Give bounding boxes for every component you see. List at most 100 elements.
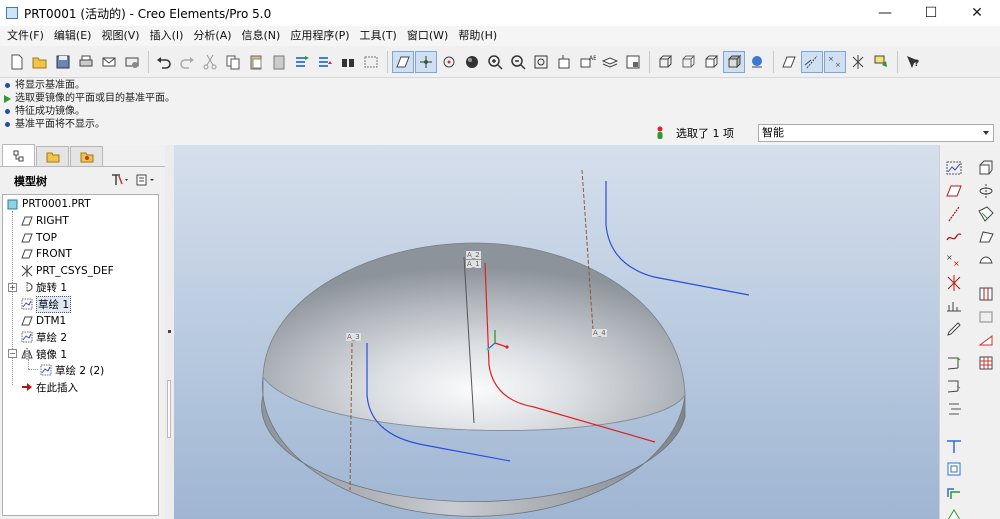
find-button[interactable]: [337, 51, 359, 73]
trim-tool-button[interactable]: [943, 435, 965, 457]
pattern-tool-button[interactable]: [975, 352, 997, 374]
panel-resize-sash[interactable]: [165, 145, 174, 519]
tab-favorites[interactable]: [70, 146, 103, 166]
paste-button[interactable]: [245, 51, 267, 73]
spin-center-toggle[interactable]: [415, 50, 437, 73]
layers-button[interactable]: [599, 51, 621, 73]
tab-folder-browser[interactable]: [36, 146, 69, 166]
repaint-button[interactable]: [553, 51, 575, 73]
menu-edit[interactable]: 编辑(E): [49, 26, 97, 46]
zoom-out-button[interactable]: [507, 51, 529, 73]
datum-label-a2[interactable]: A_2: [466, 251, 481, 259]
blend-tool-button[interactable]: [975, 226, 997, 248]
collapse-toggle[interactable]: −: [8, 349, 17, 358]
view-manager-button[interactable]: [622, 51, 644, 73]
tree-item-sketch-2[interactable]: 草绘 2: [20, 329, 67, 345]
menu-info[interactable]: 信息(N): [237, 26, 286, 46]
tree-item-mirror[interactable]: 镜像 1: [20, 346, 67, 362]
shell-tool-button[interactable]: [975, 306, 997, 328]
save-button[interactable]: [52, 51, 74, 73]
undo-button[interactable]: [153, 51, 175, 73]
hole-tool-button[interactable]: [975, 283, 997, 305]
offset-tool-button[interactable]: [943, 481, 965, 503]
sketch-insert-button[interactable]: [943, 318, 965, 340]
tree-item-sketch-1[interactable]: 草绘 1: [20, 295, 72, 313]
sweep-tool-button[interactable]: [975, 203, 997, 225]
thicken-tool-button[interactable]: [943, 504, 965, 519]
sash-handle[interactable]: [167, 380, 171, 438]
paste-special-button[interactable]: [268, 51, 290, 73]
tab-model-tree[interactable]: [2, 144, 35, 166]
maximize-button[interactable]: ☐: [908, 0, 954, 26]
send-link-button[interactable]: [121, 51, 143, 73]
tree-item-sketch-2-copy[interactable]: 草绘 2 (2): [39, 362, 104, 378]
chamfer-tool-button[interactable]: [943, 375, 965, 397]
zoom-in-button[interactable]: [484, 51, 506, 73]
print-button[interactable]: [75, 51, 97, 73]
tree-root-part[interactable]: PRT0001.PRT: [6, 196, 91, 212]
orient-button[interactable]: [438, 51, 460, 73]
tree-item-top[interactable]: TOP: [20, 230, 57, 246]
cut-button[interactable]: [199, 51, 221, 73]
close-button[interactable]: ✕: [954, 0, 1000, 26]
datum-plane-tool-button[interactable]: [943, 180, 965, 202]
datum-axis-tool-button[interactable]: [943, 203, 965, 225]
extrude-tool-button[interactable]: [975, 157, 997, 179]
plane-display-button[interactable]: [778, 51, 800, 73]
menu-analysis[interactable]: 分析(A): [188, 26, 236, 46]
datum-label-a4[interactable]: A_4: [592, 329, 607, 337]
tree-show-button[interactable]: [133, 171, 159, 189]
expand-toggle[interactable]: +: [8, 283, 17, 292]
no-hidden-button[interactable]: [700, 51, 722, 73]
menu-window[interactable]: 窗口(W): [402, 26, 453, 46]
csys-tool-button[interactable]: [943, 272, 965, 294]
appearance-button[interactable]: [461, 51, 483, 73]
round-tool-button[interactable]: [943, 352, 965, 374]
regenerate-button[interactable]: [291, 51, 313, 73]
tree-item-right[interactable]: RIGHT: [20, 213, 69, 229]
tree-item-front[interactable]: FRONT: [20, 246, 72, 262]
select-box-button[interactable]: [360, 51, 382, 73]
hidden-line-button[interactable]: [677, 51, 699, 73]
tree-item-dtm1[interactable]: DTM1: [20, 313, 66, 329]
tree-item-revolve[interactable]: 旋转 1: [20, 279, 67, 295]
axis-display-button[interactable]: [801, 50, 823, 73]
wireframe-button[interactable]: [654, 51, 676, 73]
menu-insert[interactable]: 插入(I): [145, 26, 189, 46]
datum-label-a3[interactable]: A_3: [346, 333, 361, 341]
annotation-display-button[interactable]: [870, 51, 892, 73]
tree-item-insert-here[interactable]: 在此插入: [20, 379, 78, 395]
draft-tool-button[interactable]: [943, 398, 965, 420]
context-help-button[interactable]: ?: [902, 51, 924, 73]
copy-button[interactable]: [222, 51, 244, 73]
model-tree-settings-button[interactable]: [746, 51, 768, 73]
point-display-button[interactable]: × ×: [824, 50, 846, 73]
graphics-viewport[interactable]: A_2 A_1 A_3 A_4: [174, 145, 939, 519]
shading-button[interactable]: [723, 50, 745, 73]
menu-help[interactable]: 帮助(H): [453, 26, 502, 46]
selection-filter-dropdown[interactable]: 智能: [758, 124, 994, 142]
menu-file[interactable]: 文件(F): [2, 26, 49, 46]
tree-item-csys[interactable]: PRT_CSYS_DEF: [20, 263, 114, 279]
datum-label-a1[interactable]: A_1: [466, 260, 481, 268]
datum-point-tool-button[interactable]: × ×: [943, 249, 965, 271]
revolve-tool-button[interactable]: [975, 180, 997, 202]
rib-tool-button[interactable]: [975, 329, 997, 351]
datum-display-toggle[interactable]: [392, 50, 414, 73]
redo-button[interactable]: [176, 51, 198, 73]
refit-button[interactable]: [530, 51, 552, 73]
saved-views-button[interactable]: AB: [576, 51, 598, 73]
menu-tools[interactable]: 工具(T): [355, 26, 402, 46]
new-file-button[interactable]: [6, 51, 28, 73]
merge-tool-button[interactable]: [943, 458, 965, 480]
analysis-tool-button[interactable]: [943, 295, 965, 317]
sketch-tool-button[interactable]: [943, 157, 965, 179]
open-file-button[interactable]: [29, 51, 51, 73]
regen-manager-button[interactable]: [314, 51, 336, 73]
datum-curve-tool-button[interactable]: [943, 226, 965, 248]
menu-view[interactable]: 视图(V): [96, 26, 144, 46]
minimize-button[interactable]: —: [862, 0, 908, 26]
csys-display-button[interactable]: [847, 51, 869, 73]
tree-settings-button[interactable]: [107, 171, 133, 189]
send-mail-button[interactable]: [98, 51, 120, 73]
